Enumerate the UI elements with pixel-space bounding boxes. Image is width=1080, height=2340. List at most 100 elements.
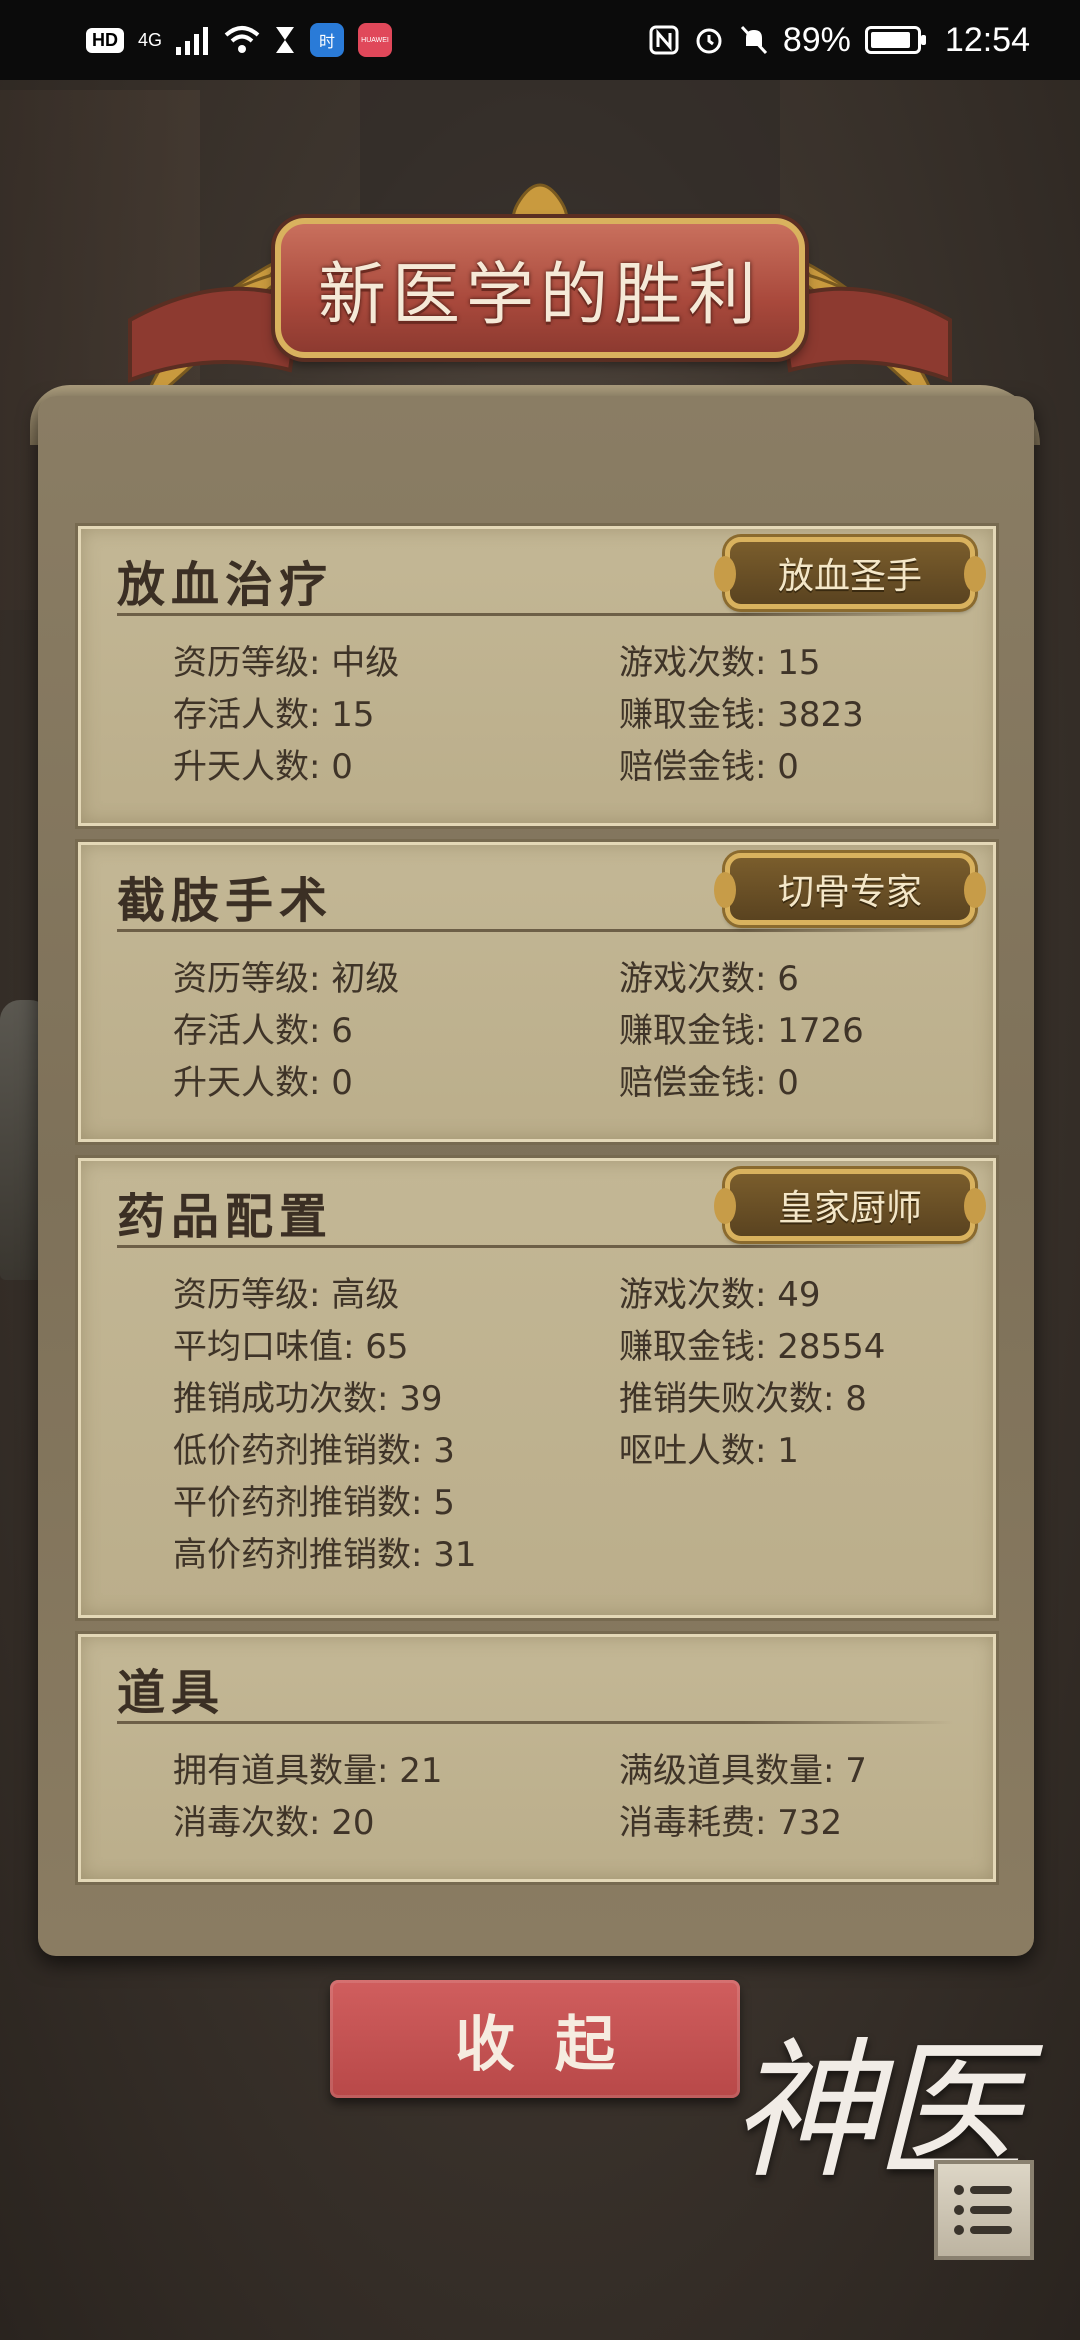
stat-sales-success: 推销成功次数: 39 <box>173 1379 443 1419</box>
stat-value: 3823 <box>777 695 864 735</box>
stat-value: 49 <box>777 1275 821 1315</box>
stat-level: 资历等级: 中级 <box>173 643 400 683</box>
stat-label: 推销失败次数 <box>619 1379 823 1419</box>
stat-value: 7 <box>845 1751 867 1791</box>
stat-label: 游戏次数 <box>619 1275 755 1315</box>
stat-mid-price-sales: 平价药剂推销数: 5 <box>173 1483 455 1523</box>
stat-survivors: 存活人数: 15 <box>173 695 375 735</box>
stat-label: 高价药剂推销数 <box>173 1535 411 1575</box>
app-notification-icon: 时 <box>310 23 345 57</box>
stat-value: 8 <box>845 1379 867 1419</box>
stat-label: 平均口味值 <box>173 1327 343 1367</box>
section-title: 药品配置 <box>117 1189 334 1245</box>
battery-icon <box>864 26 926 54</box>
battery-fill <box>870 32 911 48</box>
stat-label: 呕吐人数 <box>619 1431 755 1471</box>
collapse-button-label: 收起 <box>455 2009 655 2080</box>
stat-money-earned: 赚取金钱: 28554 <box>619 1327 886 1367</box>
nfc-icon <box>649 25 679 55</box>
stat-value: 15 <box>777 643 821 683</box>
achievement-badge: 皇家厨师 <box>714 1169 986 1241</box>
stat-games: 游戏次数: 49 <box>619 1275 821 1315</box>
stat-value: 高级 <box>331 1275 400 1315</box>
stat-deaths: 升天人数: 0 <box>173 747 353 787</box>
stat-label: 低价药剂推销数 <box>173 1431 411 1471</box>
stat-high-price-sales: 高价药剂推销数: 31 <box>173 1535 477 1575</box>
stat-label: 资历等级 <box>173 643 309 683</box>
stat-value: 0 <box>331 747 353 787</box>
section-bloodletting: 放血治疗 放血圣手 资历等级: 中级 游戏次数: 15 存活人数: 15 赚取金… <box>78 526 996 826</box>
stat-label: 平价药剂推销数 <box>173 1483 411 1523</box>
menu-line <box>954 2205 1012 2215</box>
hd-icon: HD <box>86 27 124 53</box>
stat-survivors: 存活人数: 6 <box>173 1011 353 1051</box>
stat-value: 中级 <box>331 643 400 683</box>
stat-value: 31 <box>433 1535 477 1575</box>
section-medicine: 药品配置 皇家厨师 资历等级: 高级 游戏次数: 49 平均口味值: 65 赚取… <box>78 1158 996 1618</box>
stat-value: 6 <box>777 959 799 999</box>
stat-money-earned: 赚取金钱: 1726 <box>619 1011 864 1051</box>
status-bar: HD 4G 时 HUAWEI 89% 12:54 <box>0 0 1080 80</box>
stat-games: 游戏次数: 6 <box>619 959 799 999</box>
huawei-app-icon: HUAWEI <box>358 23 393 57</box>
stat-label: 升天人数 <box>173 747 309 787</box>
stat-label: 赚取金钱 <box>619 1011 755 1051</box>
stat-level: 资历等级: 高级 <box>173 1275 400 1315</box>
stat-value: 1726 <box>777 1011 864 1051</box>
stat-value: 0 <box>777 1063 799 1103</box>
stat-compensation: 赔偿金钱: 0 <box>619 747 799 787</box>
stat-games: 游戏次数: 15 <box>619 643 821 683</box>
stat-value: 6 <box>331 1011 353 1051</box>
stat-label: 赔偿金钱 <box>619 1063 755 1103</box>
alarm-icon <box>696 28 722 54</box>
menu-line <box>954 2185 1012 2195</box>
stat-value: 0 <box>331 1063 353 1103</box>
stat-label: 资历等级 <box>173 1275 309 1315</box>
badge-label: 放血圣手 <box>777 556 922 597</box>
signal-icon <box>176 27 209 55</box>
stat-value: 初级 <box>331 959 400 999</box>
section-divider <box>117 929 953 932</box>
stat-value: 28554 <box>777 1327 886 1367</box>
stat-money-earned: 赚取金钱: 3823 <box>619 695 864 735</box>
stat-value: 15 <box>331 695 375 735</box>
stat-value: 0 <box>777 747 799 787</box>
hourglass-icon <box>276 27 295 53</box>
stat-label: 满级道具数量 <box>619 1751 823 1791</box>
menu-line <box>954 2225 1012 2235</box>
stat-value: 39 <box>399 1379 443 1419</box>
section-divider <box>117 1245 953 1248</box>
clock: 12:54 <box>944 20 1030 59</box>
achievement-badge: 放血圣手 <box>714 537 986 609</box>
stat-label: 拥有道具数量 <box>173 1751 377 1791</box>
stat-value: 21 <box>399 1751 443 1791</box>
stat-value: 1 <box>777 1431 799 1471</box>
list-menu-icon[interactable] <box>934 2160 1034 2260</box>
mute-icon <box>740 25 767 55</box>
stat-label: 游戏次数 <box>619 959 755 999</box>
stat-low-price-sales: 低价药剂推销数: 3 <box>173 1431 455 1471</box>
achievement-badge: 切骨专家 <box>714 853 986 925</box>
page-title: 新医学的胜利 <box>317 255 762 335</box>
huawei-app-label: HUAWEI <box>361 36 389 44</box>
stat-compensation: 赔偿金钱: 0 <box>619 1063 799 1103</box>
section-title: 截肢手术 <box>117 873 334 929</box>
stat-value: 3 <box>433 1431 455 1471</box>
stat-label: 消毒次数 <box>173 1803 309 1843</box>
stat-label: 游戏次数 <box>619 643 755 683</box>
stat-label: 存活人数 <box>173 1011 309 1051</box>
stat-items-owned: 拥有道具数量: 21 <box>173 1751 443 1791</box>
section-divider <box>117 1721 953 1724</box>
stat-avg-taste: 平均口味值: 65 <box>173 1327 409 1367</box>
collapse-button[interactable]: 收起 <box>330 1980 740 2098</box>
stat-deaths: 升天人数: 0 <box>173 1063 353 1103</box>
badge-label: 皇家厨师 <box>777 1188 922 1229</box>
stat-label: 赚取金钱 <box>619 1327 755 1367</box>
stat-value: 732 <box>777 1803 843 1843</box>
section-title: 道具 <box>117 1665 226 1721</box>
section-amputation: 截肢手术 切骨专家 资历等级: 初级 游戏次数: 6 存活人数: 6 赚取金钱:… <box>78 842 996 1142</box>
stat-label: 消毒耗费 <box>619 1803 755 1843</box>
stat-value: 20 <box>331 1803 375 1843</box>
stat-max-level-items: 满级道具数量: 7 <box>619 1751 867 1791</box>
network-type: 4G <box>138 29 163 50</box>
